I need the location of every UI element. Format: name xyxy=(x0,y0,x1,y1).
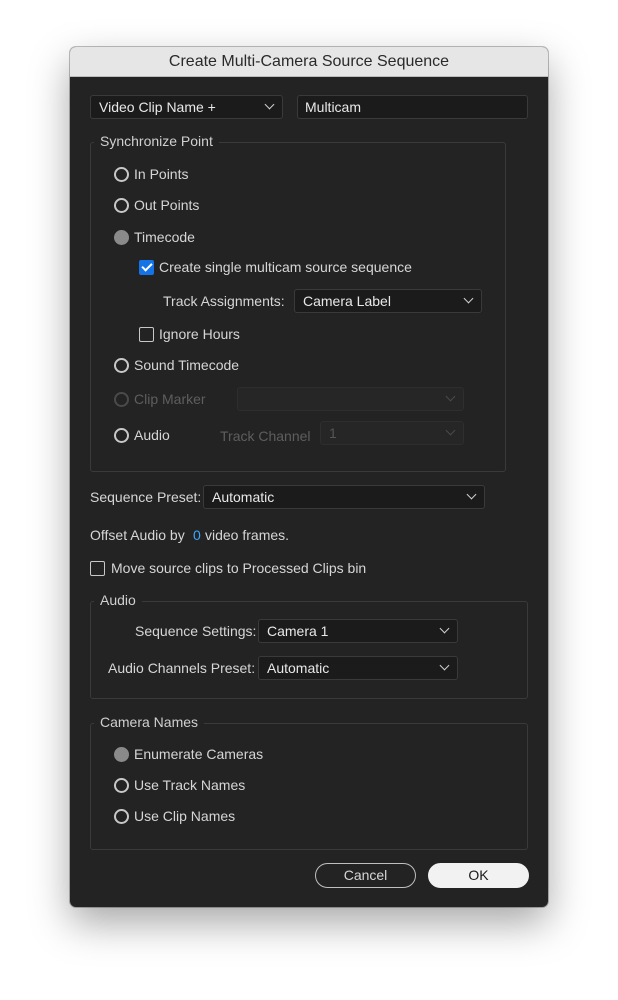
checkmark-icon xyxy=(141,260,153,272)
enumerate-cameras-radio[interactable] xyxy=(114,747,129,762)
chevron-down-icon xyxy=(445,425,456,436)
sequence-settings-dropdown[interactable]: Camera 1 xyxy=(258,619,458,643)
ignore-hours-label: Ignore Hours xyxy=(159,326,240,342)
track-assignments-dropdown[interactable]: Camera Label xyxy=(294,289,482,313)
track-channel-label: Track Channel xyxy=(220,428,311,444)
dialog-title: Create Multi-Camera Source Sequence xyxy=(70,47,548,77)
clip-name-dropdown-value: Video Clip Name + xyxy=(99,99,216,115)
offset-audio-suffix: video frames. xyxy=(205,527,290,543)
use-clip-names-label: Use Clip Names xyxy=(134,808,236,824)
chevron-down-icon xyxy=(439,623,450,634)
timecode-radio[interactable] xyxy=(114,230,129,245)
clip-marker-radio[interactable] xyxy=(114,392,129,407)
enumerate-cameras-label: Enumerate Cameras xyxy=(134,746,264,762)
in-points-radio[interactable] xyxy=(114,167,129,182)
audio-sync-label: Audio xyxy=(134,427,170,443)
clip-name-dropdown[interactable]: Video Clip Name + xyxy=(90,95,283,119)
track-assignments-value: Camera Label xyxy=(303,293,391,309)
ok-button[interactable]: OK xyxy=(428,863,529,888)
multicam-dialog: Create Multi-Camera Source Sequence Vide… xyxy=(70,47,548,907)
use-clip-names-radio[interactable] xyxy=(114,809,129,824)
sequence-settings-value: Camera 1 xyxy=(267,623,329,639)
in-points-label: In Points xyxy=(134,166,189,182)
audio-group xyxy=(90,601,528,699)
sequence-preset-dropdown[interactable]: Automatic xyxy=(203,485,485,509)
audio-channels-preset-value: Automatic xyxy=(267,660,330,676)
chevron-down-icon xyxy=(439,660,450,671)
sound-timecode-radio[interactable] xyxy=(114,358,129,373)
timecode-label: Timecode xyxy=(134,229,195,245)
ignore-hours-checkbox[interactable] xyxy=(139,327,154,342)
move-clips-label: Move source clips to Processed Clips bin xyxy=(111,560,367,576)
cancel-button[interactable]: Cancel xyxy=(315,863,416,888)
chevron-down-icon xyxy=(463,293,474,304)
sound-timecode-label: Sound Timecode xyxy=(134,357,240,373)
audio-channels-preset-label: Audio Channels Preset: xyxy=(108,660,256,676)
offset-audio-prefix: Offset Audio by xyxy=(90,527,185,543)
audio-sync-radio[interactable] xyxy=(114,428,129,443)
sequence-name-value: Multicam xyxy=(305,99,362,115)
create-single-label: Create single multicam source sequence xyxy=(159,259,412,275)
chevron-down-icon xyxy=(264,99,275,110)
sequence-name-field[interactable]: Multicam xyxy=(297,95,528,119)
camera-names-title: Camera Names xyxy=(94,714,205,730)
track-channel-dropdown[interactable]: 1 xyxy=(320,421,464,445)
chevron-down-icon xyxy=(466,489,477,500)
move-clips-checkbox[interactable] xyxy=(90,561,105,576)
clip-marker-label: Clip Marker xyxy=(134,391,206,407)
sequence-preset-label: Sequence Preset: xyxy=(90,489,202,505)
offset-audio-value[interactable]: 0 xyxy=(193,527,201,543)
use-track-names-radio[interactable] xyxy=(114,778,129,793)
out-points-radio[interactable] xyxy=(114,198,129,213)
chevron-down-icon xyxy=(445,391,456,402)
synchronize-point-title: Synchronize Point xyxy=(94,133,219,149)
track-assignments-label: Track Assignments: xyxy=(163,293,285,309)
clip-marker-dropdown[interactable] xyxy=(237,387,464,411)
audio-channels-preset-dropdown[interactable]: Automatic xyxy=(258,656,458,680)
audio-group-title: Audio xyxy=(94,592,142,608)
create-single-checkbox[interactable] xyxy=(139,260,154,275)
out-points-label: Out Points xyxy=(134,197,200,213)
use-track-names-label: Use Track Names xyxy=(134,777,246,793)
track-channel-value: 1 xyxy=(329,425,337,441)
sequence-preset-value: Automatic xyxy=(212,489,275,505)
sequence-settings-label: Sequence Settings: xyxy=(135,623,257,639)
